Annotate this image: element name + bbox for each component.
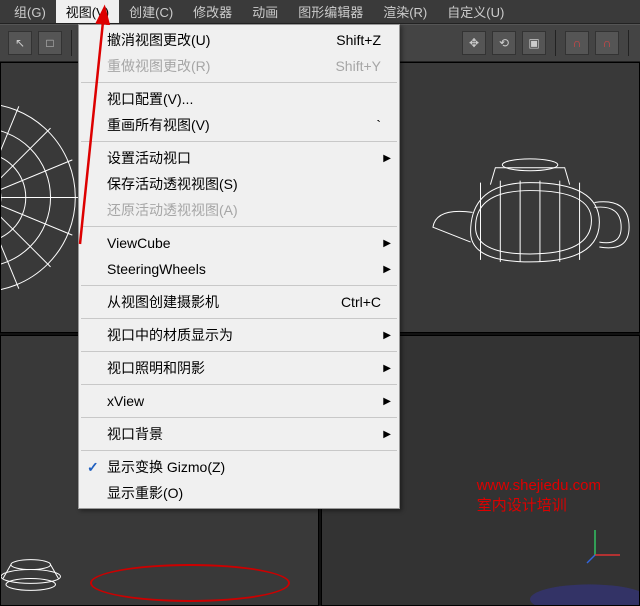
menubar: 组(G)视图(V)创建(C)修改器动画图形编辑器渲染(R)自定义(U) bbox=[0, 0, 640, 24]
menu-item-1: 重做视图更改(R) Shift+Y bbox=[79, 53, 399, 79]
tool-move[interactable]: ✥ bbox=[462, 31, 486, 55]
menu-item-label: 视口照明和阴影 bbox=[107, 358, 205, 378]
menu-separator bbox=[81, 285, 397, 286]
menu-item-label: 视口中的材质显示为 bbox=[107, 325, 233, 345]
menu-5[interactable]: 图形编辑器 bbox=[288, 0, 373, 23]
submenu-arrow-icon: ▶ bbox=[383, 396, 391, 407]
tool-snap2[interactable]: ∩ bbox=[595, 31, 619, 55]
menu-item-10[interactable]: ViewCube ▶ bbox=[79, 230, 399, 256]
menu-item-label: 视口背景 bbox=[107, 424, 163, 444]
menu-separator bbox=[81, 417, 397, 418]
menu-item-label: 设置活动视口 bbox=[107, 148, 191, 168]
menu-item-label: 重做视图更改(R) bbox=[107, 56, 210, 76]
menu-item-label: 还原活动透视视图(A) bbox=[107, 200, 238, 220]
menu-item-label: 显示变换 Gizmo(Z) bbox=[107, 457, 225, 477]
menu-item-label: 从视图创建摄影机 bbox=[107, 292, 219, 312]
menu-item-label: xView bbox=[107, 393, 144, 409]
menu-item-13[interactable]: 从视图创建摄影机 Ctrl+C bbox=[79, 289, 399, 315]
menu-shortcut: Shift+Z bbox=[336, 32, 381, 48]
menu-4[interactable]: 动画 bbox=[242, 0, 288, 23]
tool-rotate[interactable]: ⟲ bbox=[492, 31, 516, 55]
menu-item-19[interactable]: xView ▶ bbox=[79, 388, 399, 414]
submenu-arrow-icon: ▶ bbox=[383, 238, 391, 249]
menu-separator bbox=[81, 384, 397, 385]
submenu-arrow-icon: ▶ bbox=[383, 153, 391, 164]
menu-item-7[interactable]: 保存活动透视视图(S) bbox=[79, 171, 399, 197]
view-menu-dropdown: 撤消视图更改(U) Shift+Z 重做视图更改(R) Shift+Y 视口配置(V).… bbox=[78, 24, 400, 509]
submenu-arrow-icon: ▶ bbox=[383, 330, 391, 341]
menu-3[interactable]: 修改器 bbox=[183, 0, 242, 23]
menu-separator bbox=[81, 141, 397, 142]
menu-0[interactable]: 组(G) bbox=[4, 0, 56, 23]
menu-6[interactable]: 渲染(R) bbox=[373, 0, 437, 23]
menu-item-4[interactable]: 重画所有视图(V) ` bbox=[79, 112, 399, 138]
menu-separator bbox=[81, 318, 397, 319]
menu-item-0[interactable]: 撤消视图更改(U) Shift+Z bbox=[79, 27, 399, 53]
menu-item-label: ViewCube bbox=[107, 235, 171, 251]
menu-shortcut: ` bbox=[376, 117, 381, 133]
menu-item-label: 重画所有视图(V) bbox=[107, 115, 210, 135]
menu-item-label: 保存活动透视视图(S) bbox=[107, 174, 238, 194]
menu-shortcut: Shift+Y bbox=[335, 58, 381, 74]
tool-scale[interactable]: ▣ bbox=[522, 31, 546, 55]
menu-item-24[interactable]: 显示重影(O) bbox=[79, 480, 399, 506]
submenu-arrow-icon: ▶ bbox=[383, 264, 391, 275]
tool-select[interactable]: □ bbox=[38, 31, 62, 55]
tool-cursor[interactable]: ↖ bbox=[8, 31, 32, 55]
menu-separator bbox=[81, 226, 397, 227]
menu-item-11[interactable]: SteeringWheels ▶ bbox=[79, 256, 399, 282]
menu-item-label: 显示重影(O) bbox=[107, 483, 183, 503]
menu-item-3[interactable]: 视口配置(V)... bbox=[79, 86, 399, 112]
menu-item-17[interactable]: 视口照明和阴影 ▶ bbox=[79, 355, 399, 381]
menu-item-label: 撤消视图更改(U) bbox=[107, 30, 210, 50]
menu-item-label: 视口配置(V)... bbox=[107, 89, 193, 109]
menu-item-23[interactable]: ✓ 显示变换 Gizmo(Z) bbox=[79, 454, 399, 480]
menu-separator bbox=[81, 82, 397, 83]
menu-7[interactable]: 自定义(U) bbox=[437, 0, 514, 23]
menu-item-6[interactable]: 设置活动视口 ▶ bbox=[79, 145, 399, 171]
tool-snap[interactable]: ∩ bbox=[565, 31, 589, 55]
menu-separator bbox=[81, 450, 397, 451]
menu-shortcut: Ctrl+C bbox=[341, 294, 381, 310]
submenu-arrow-icon: ▶ bbox=[383, 363, 391, 374]
menu-1[interactable]: 视图(V) bbox=[56, 0, 119, 23]
submenu-arrow-icon: ▶ bbox=[383, 429, 391, 440]
menu-item-21[interactable]: 视口背景 ▶ bbox=[79, 421, 399, 447]
menu-item-15[interactable]: 视口中的材质显示为 ▶ bbox=[79, 322, 399, 348]
menu-2[interactable]: 创建(C) bbox=[119, 0, 183, 23]
menu-item-8: 还原活动透视视图(A) bbox=[79, 197, 399, 223]
menu-item-label: SteeringWheels bbox=[107, 261, 206, 277]
check-icon: ✓ bbox=[87, 459, 99, 476]
menu-separator bbox=[81, 351, 397, 352]
